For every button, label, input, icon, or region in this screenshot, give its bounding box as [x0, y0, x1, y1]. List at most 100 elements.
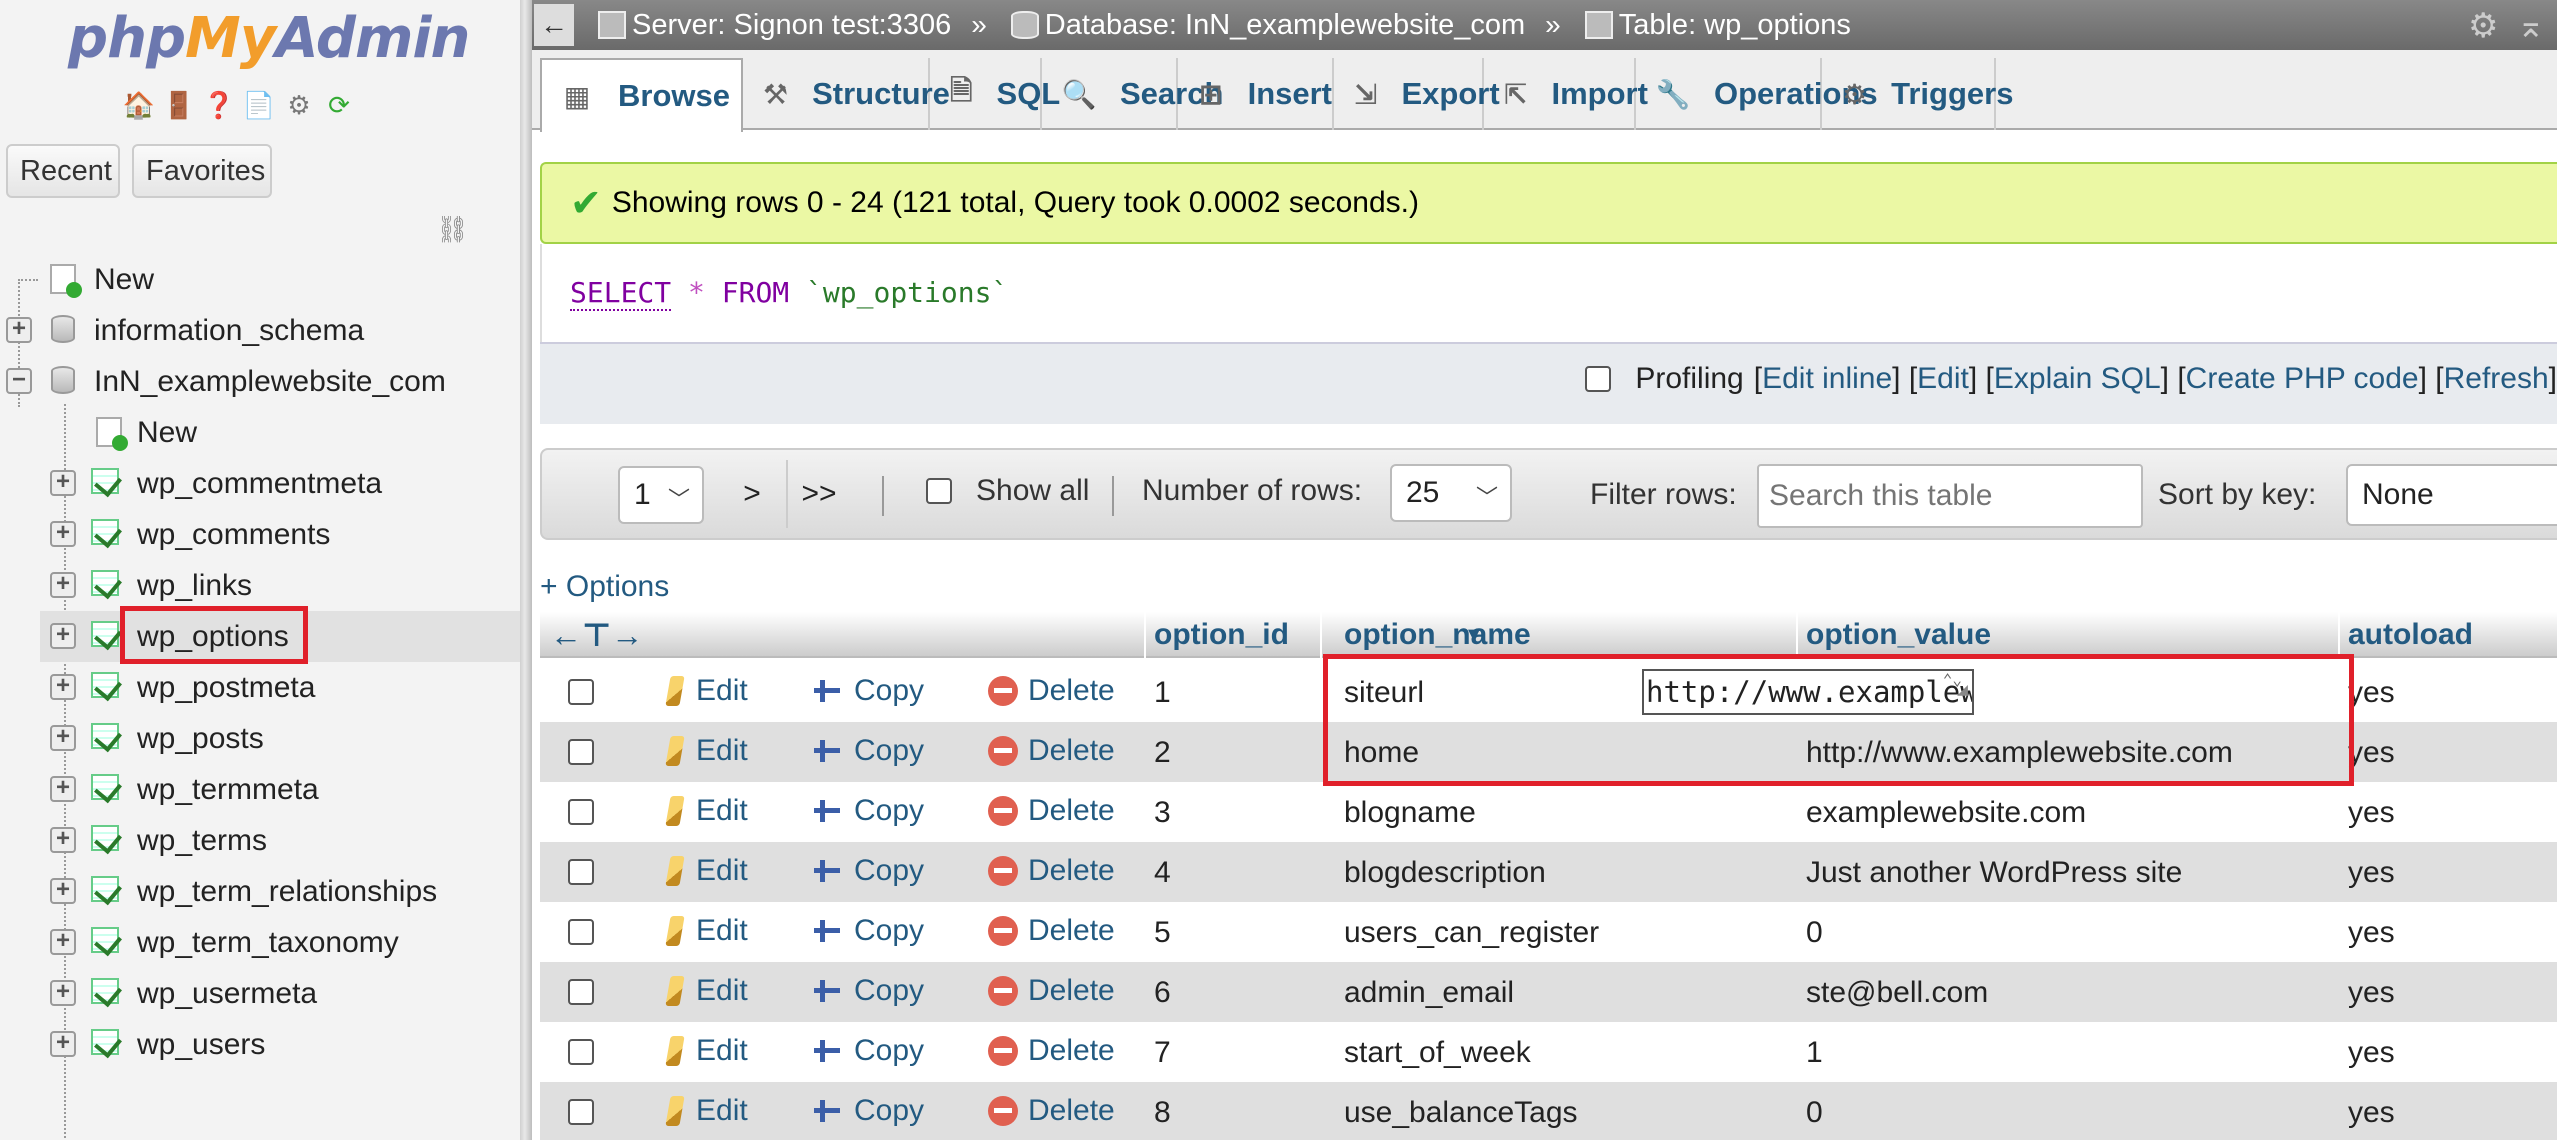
cell-option-name[interactable]: users_can_register [1344, 916, 1599, 950]
copy-row-button[interactable]: Copy [814, 854, 924, 888]
settings-icon[interactable]: ⚙ [2468, 6, 2498, 46]
breadcrumb-database[interactable]: Database: InN_examplewebsite_com [1010, 9, 1525, 42]
edit-row-button[interactable]: Edit [660, 914, 748, 948]
delete-row-button[interactable]: Delete [988, 794, 1115, 828]
delete-row-button[interactable]: Delete [988, 914, 1115, 948]
tree-table-wp-commentmeta[interactable]: + wp_commentmeta [0, 458, 520, 509]
column-header-option-value[interactable]: option_value [1806, 618, 1991, 652]
row-checkbox[interactable] [568, 1039, 594, 1065]
filter-rows-input[interactable] [1757, 464, 2143, 528]
tab-structure[interactable]: ⚒ Structure [745, 58, 950, 130]
cell-option-value[interactable]: 0 [1806, 1096, 1823, 1130]
cell-autoload[interactable]: yes [2348, 916, 2395, 950]
cell-option-name[interactable]: home [1344, 736, 1419, 770]
edit-row-button[interactable]: Edit [660, 1034, 748, 1068]
edit-inline-link[interactable]: Edit inline [1762, 362, 1892, 396]
reload-icon[interactable]: ⟳ [322, 88, 356, 122]
tab-sql[interactable]: 🗎 SQL [932, 58, 1060, 130]
tree-table-wp-posts[interactable]: + wp_posts [0, 713, 520, 764]
cell-option-name[interactable]: blogdescription [1344, 856, 1546, 890]
cell-option-name[interactable]: siteurl [1344, 676, 1424, 710]
tab-browse[interactable]: ▦ Browse [540, 58, 743, 132]
tree-table-wp-terms[interactable]: + wp_terms [0, 815, 520, 866]
tree-table-wp-users[interactable]: + wp_users [0, 1019, 520, 1070]
tree-table-wp-postmeta[interactable]: + wp_postmeta [0, 662, 520, 713]
delete-row-button[interactable]: Delete [988, 1034, 1115, 1068]
recent-button[interactable]: Recent [6, 144, 120, 198]
edit-row-button[interactable]: Edit [660, 1094, 748, 1128]
home-icon[interactable]: 🏠 [122, 88, 156, 122]
breadcrumb-table[interactable]: Table: wp_options [1584, 9, 1851, 42]
cell-option-value[interactable]: http://www.examplewebsite.com [1806, 736, 2233, 770]
row-checkbox[interactable] [568, 919, 594, 945]
cell-option-name[interactable]: admin_email [1344, 976, 1514, 1010]
copy-row-button[interactable]: Copy [814, 914, 924, 948]
tree-table-wp-options[interactable]: + wp_options [40, 611, 520, 662]
tab-import[interactable]: ⇱ Import [1486, 58, 1648, 130]
row-checkbox[interactable] [568, 739, 594, 765]
settings-icon[interactable]: ⚙ [282, 88, 316, 122]
breadcrumb-server[interactable]: Server: Signon test:3306 [598, 9, 951, 42]
cell-autoload[interactable]: yes [2348, 796, 2395, 830]
page-select[interactable]: 1 ﹀ [618, 466, 704, 524]
cell-option-value[interactable]: ste@bell.com [1806, 976, 1988, 1010]
number-of-rows-select[interactable]: 25 ﹀ [1390, 464, 1512, 522]
edit-query-link[interactable]: Edit [1917, 362, 1969, 396]
create-php-code-link[interactable]: Create PHP code [2186, 362, 2419, 396]
copy-row-button[interactable]: Copy [814, 674, 924, 708]
expand-icon[interactable]: + [50, 878, 76, 904]
tab-triggers[interactable]: ⚙ Triggers [1824, 58, 2013, 130]
edit-row-button[interactable]: Edit [660, 794, 748, 828]
copy-row-button[interactable]: Copy [814, 1034, 924, 1068]
column-header-autoload[interactable]: autoload [2348, 618, 2473, 652]
collapse-nav-button[interactable]: ← [534, 4, 574, 46]
logout-icon[interactable]: 🚪 [162, 88, 196, 122]
cell-option-name[interactable]: use_balanceTags [1344, 1096, 1578, 1130]
copy-row-button[interactable]: Copy [814, 794, 924, 828]
inline-edit-textarea[interactable]: http://www.examplewebsite⌃⌄◢ [1642, 669, 1974, 715]
tab-export[interactable]: ⇲ Export [1336, 58, 1500, 130]
cell-option-name[interactable]: blogname [1344, 796, 1476, 830]
row-checkbox[interactable] [568, 859, 594, 885]
column-resize-icon[interactable]: ←⊤→ [550, 616, 643, 654]
last-page-button[interactable]: >> [786, 460, 850, 528]
phpmyadmin-logo[interactable]: phpMyAdmin [68, 6, 470, 71]
row-checkbox[interactable] [568, 1099, 594, 1125]
expand-icon[interactable]: + [50, 725, 76, 751]
delete-row-button[interactable]: Delete [988, 1094, 1115, 1128]
link-icon[interactable]: ⛓ [436, 214, 469, 245]
cell-option-value[interactable]: examplewebsite.com [1806, 796, 2086, 830]
cell-autoload[interactable]: yes [2348, 856, 2395, 890]
column-header-option-name[interactable]: option_name [1344, 618, 1531, 652]
row-checkbox[interactable] [568, 799, 594, 825]
delete-row-button[interactable]: Delete [988, 974, 1115, 1008]
expand-icon[interactable]: + [50, 776, 76, 802]
sort-by-key-select[interactable]: None [2346, 464, 2557, 526]
edit-row-button[interactable]: Edit [660, 674, 748, 708]
copy-row-button[interactable]: Copy [814, 734, 924, 768]
cell-autoload[interactable]: yes [2348, 736, 2395, 770]
expand-icon[interactable]: + [50, 521, 76, 547]
collapse-icon[interactable]: − [6, 368, 32, 394]
refresh-link[interactable]: Refresh [2444, 362, 2549, 396]
row-checkbox[interactable] [568, 679, 594, 705]
expand-icon[interactable]: + [6, 317, 32, 343]
options-link[interactable]: + Options [540, 570, 669, 604]
show-all-checkbox[interactable] [926, 478, 952, 504]
tree-item-db-new[interactable]: New [0, 407, 520, 458]
resize-handle-icon[interactable]: ◢ [1957, 671, 1968, 711]
cell-option-value[interactable]: Just another WordPress site [1806, 856, 2182, 890]
edit-row-button[interactable]: Edit [660, 974, 748, 1008]
tree-item-new[interactable]: New [0, 254, 520, 305]
tree-table-wp-term-relationships[interactable]: + wp_term_relationships [0, 866, 520, 917]
cell-autoload[interactable]: yes [2348, 1096, 2395, 1130]
tab-search[interactable]: 🔍 Search [1044, 58, 1223, 130]
tree-table-wp-termmeta[interactable]: + wp_termmeta [0, 764, 520, 815]
cell-autoload[interactable]: yes [2348, 976, 2395, 1010]
help-icon[interactable]: ❓ [202, 88, 236, 122]
delete-row-button[interactable]: Delete [988, 674, 1115, 708]
collapse-icon[interactable]: ⌅ [2517, 6, 2546, 46]
delete-row-button[interactable]: Delete [988, 734, 1115, 768]
next-page-button[interactable]: > [722, 460, 782, 528]
copy-row-button[interactable]: Copy [814, 974, 924, 1008]
